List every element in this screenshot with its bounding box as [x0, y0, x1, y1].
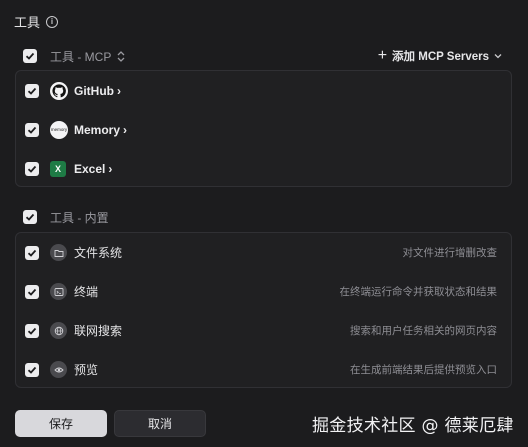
sort-icon[interactable] [117, 50, 125, 62]
builtin-item-desc: 对文件进行增删改查 [402, 247, 498, 259]
builtin-item-name: 文件系统 [74, 246, 123, 260]
memory-checkbox[interactable] [25, 122, 39, 137]
builtin-item-name: 联网搜索 [74, 324, 123, 338]
builtin-item-name: 终端 [74, 285, 99, 299]
watermark-text: 掘金技术社区 @ 德莱厄肆 [312, 416, 514, 436]
builtin-item-web-search[interactable]: 联网搜索 搜索和用户任务相关的网页内容 [16, 311, 511, 350]
mcp-section-header: 工具 - MCP + 添加 MCP Servers [23, 47, 502, 65]
filesystem-checkbox[interactable] [25, 245, 39, 260]
github-checkbox[interactable] [25, 83, 39, 98]
github-icon [50, 81, 68, 100]
chevron-right-icon: › [108, 161, 113, 176]
builtin-section-header: 工具 - 内置 [23, 208, 502, 226]
excel-icon: X [50, 160, 66, 177]
mcp-item-name: Memory [74, 122, 121, 137]
folder-icon [50, 244, 67, 261]
builtin-tools-panel: 文件系统 对文件进行增删改查 终端 在终端运行命令并获取状态和结果 联网搜索 搜… [15, 232, 512, 388]
terminal-icon [50, 283, 67, 300]
preview-checkbox[interactable] [25, 362, 39, 377]
info-icon[interactable]: i [46, 15, 59, 28]
terminal-checkbox[interactable] [25, 284, 39, 299]
plus-icon: + [377, 47, 388, 64]
builtin-item-desc: 在生成前端结果后提供预览入口 [350, 364, 497, 376]
builtin-item-name: 预览 [74, 363, 99, 377]
builtin-section-label: 工具 - 内置 [50, 210, 109, 225]
mcp-section-label: 工具 - MCP [50, 49, 112, 64]
globe-icon [50, 322, 67, 339]
builtin-item-terminal[interactable]: 终端 在终端运行命令并获取状态和结果 [16, 272, 511, 311]
tools-title-row: 工具 i [14, 12, 59, 31]
chevron-down-icon [494, 50, 502, 62]
mcp-item-memory[interactable]: memory Memory › [16, 110, 511, 149]
web-search-checkbox[interactable] [25, 323, 39, 338]
page-title: 工具 [14, 15, 41, 30]
builtin-item-desc: 搜索和用户任务相关的网页内容 [350, 325, 497, 337]
builtin-select-all-checkbox[interactable] [23, 210, 37, 224]
builtin-item-filesystem[interactable]: 文件系统 对文件进行增删改查 [16, 233, 511, 272]
excel-checkbox[interactable] [25, 161, 39, 176]
mcp-tools-panel: GitHub › memory Memory › X Excel › [15, 70, 512, 187]
chevron-right-icon: › [123, 122, 128, 137]
mcp-select-all-checkbox[interactable] [23, 49, 37, 63]
chevron-right-icon: › [117, 83, 121, 98]
mcp-item-excel[interactable]: X Excel › [16, 149, 511, 188]
builtin-item-preview[interactable]: 预览 在生成前端结果后提供预览入口 [16, 350, 511, 389]
add-mcp-servers-button[interactable]: + 添加 MCP Servers [378, 48, 502, 64]
builtin-item-desc: 在终端运行命令并获取状态和结果 [339, 286, 498, 298]
mcp-item-github[interactable]: GitHub › [16, 71, 511, 110]
memory-icon: memory [50, 120, 68, 139]
cancel-button[interactable]: 取消 [114, 410, 206, 437]
mcp-item-name: GitHub [74, 83, 114, 98]
save-button[interactable]: 保存 [15, 410, 107, 437]
add-mcp-servers-label: 添加 MCP Servers [392, 51, 489, 63]
eye-icon [50, 361, 67, 378]
mcp-item-name: Excel [74, 161, 106, 176]
